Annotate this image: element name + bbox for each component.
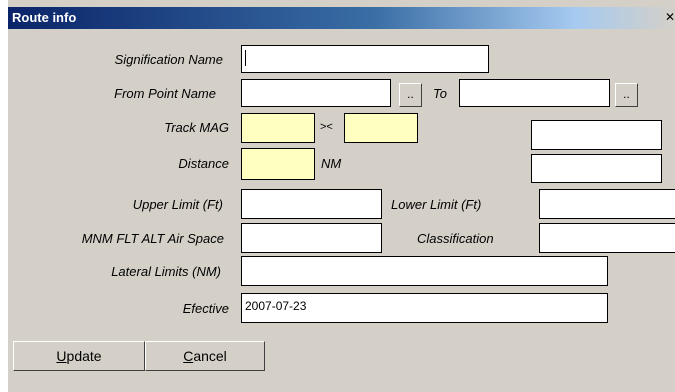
window-title: Route info [12,10,77,25]
lateral-limits-input[interactable] [241,256,608,286]
mnm-flt-alt-label: MNM FLT ALT Air Space [81,231,224,246]
to-point-browse-button[interactable]: .. [615,83,638,107]
from-point-name-label: From Point Name [114,86,216,101]
distance-aux-input[interactable] [531,154,662,183]
efective-label: Efective [182,301,229,316]
classification-input[interactable] [539,223,675,253]
classification-label: Classification [417,231,494,246]
track-mag-aux-input[interactable] [531,120,662,150]
upper-limit-input[interactable] [241,189,382,219]
distance-label: Distance [178,156,229,171]
to-point-input[interactable] [459,79,610,107]
track-mag-from-input[interactable] [241,113,315,143]
signification-name-input[interactable] [241,45,489,73]
from-point-name-input[interactable] [241,79,391,107]
efective-date-input[interactable]: 2007-07-23 [241,293,608,323]
window-edge [0,0,8,392]
cancel-button[interactable]: Cancel [145,341,265,371]
mnm-flt-alt-input[interactable] [241,223,382,253]
track-mag-label: Track MAG [164,120,229,135]
signification-name-label: Signification Name [114,52,223,67]
update-button[interactable]: Update [13,341,145,371]
to-label: To [433,86,447,101]
track-mag-separator: >< [320,121,333,133]
title-bar: Route info ✕ [8,7,675,29]
track-mag-to-input[interactable] [344,113,418,143]
distance-unit-label: NM [321,156,342,171]
text-caret [245,50,246,66]
lower-limit-label: Lower Limit (Ft) [391,197,482,212]
from-point-browse-button[interactable]: .. [399,83,422,107]
upper-limit-label: Upper Limit (Ft) [132,197,223,212]
lower-limit-input[interactable] [539,189,675,219]
lateral-limits-label: Lateral Limits (NM) [111,264,221,279]
close-icon[interactable]: ✕ [665,10,675,24]
distance-input[interactable] [241,148,315,180]
